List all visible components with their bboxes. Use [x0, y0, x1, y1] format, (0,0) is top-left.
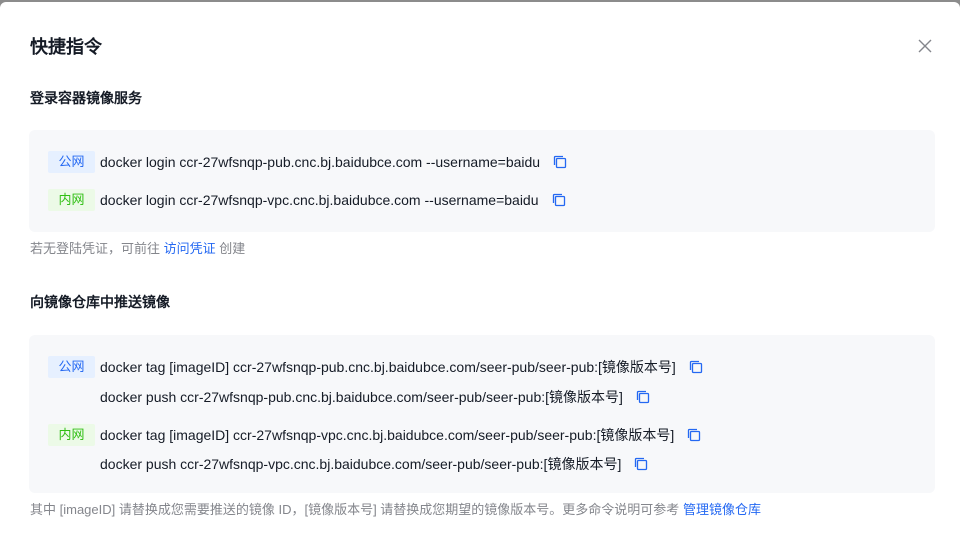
- close-icon[interactable]: [916, 37, 934, 55]
- login-internal-command: docker login ccr-27wfsnqp-vpc.cnc.bj.bai…: [100, 192, 539, 208]
- internal-network-tag: 内网: [48, 424, 95, 446]
- copy-icon[interactable]: [635, 389, 651, 405]
- copy-icon[interactable]: [552, 154, 568, 170]
- push-command-box: 公网 docker tag [imageID] ccr-27wfsnqp-pub…: [29, 335, 935, 493]
- copy-icon[interactable]: [633, 456, 649, 472]
- public-network-tag: 公网: [48, 356, 95, 378]
- push-internal-push-row: docker push ccr-27wfsnqp-vpc.cnc.bj.baid…: [48, 452, 649, 476]
- push-internal-tag-row: 内网 docker tag [imageID] ccr-27wfsnqp-vpc…: [48, 423, 702, 447]
- push-hint-text: 其中 [imageID] 请替换成您需要推送的镜像 ID，[镜像版本号] 请替换…: [30, 502, 680, 517]
- login-public-command: docker login ccr-27wfsnqp-pub.cnc.bj.bai…: [100, 154, 541, 170]
- public-network-tag: 公网: [48, 151, 95, 173]
- push-public-tag-row: 公网 docker tag [imageID] ccr-27wfsnqp-pub…: [48, 355, 704, 379]
- access-credential-link[interactable]: 访问凭证: [164, 241, 216, 256]
- manage-repository-link[interactable]: 管理镜像仓库: [683, 502, 761, 517]
- copy-icon[interactable]: [686, 427, 702, 443]
- login-command-box: 公网 docker login ccr-27wfsnqp-pub.cnc.bj.…: [29, 130, 935, 232]
- login-section-title: 登录容器镜像服务: [30, 90, 142, 106]
- internal-push-command: docker push ccr-27wfsnqp-vpc.cnc.bj.baid…: [100, 456, 622, 472]
- copy-icon[interactable]: [551, 192, 567, 208]
- login-public-row: 公网 docker login ccr-27wfsnqp-pub.cnc.bj.…: [48, 150, 568, 174]
- internal-network-tag: 内网: [48, 189, 95, 211]
- public-push-command: docker push ccr-27wfsnqp-pub.cnc.bj.baid…: [100, 389, 623, 405]
- login-hint: 若无登陆凭证，可前往 访问凭证 创建: [30, 239, 245, 259]
- push-public-push-row: docker push ccr-27wfsnqp-pub.cnc.bj.baid…: [48, 385, 651, 409]
- copy-icon[interactable]: [688, 359, 704, 375]
- login-hint-suffix: 创建: [219, 241, 246, 256]
- dialog-title: 快捷指令: [30, 37, 102, 57]
- push-section-title: 向镜像仓库中推送镜像: [30, 294, 170, 310]
- public-tag-command: docker tag [imageID] ccr-27wfsnqp-pub.cn…: [100, 359, 676, 375]
- login-hint-text: 若无登陆凭证，可前往: [30, 241, 161, 256]
- login-internal-row: 内网 docker login ccr-27wfsnqp-vpc.cnc.bj.…: [48, 188, 567, 212]
- push-hint: 其中 [imageID] 请替换成您需要推送的镜像 ID，[镜像版本号] 请替换…: [30, 500, 761, 520]
- internal-tag-command: docker tag [imageID] ccr-27wfsnqp-vpc.cn…: [100, 427, 675, 443]
- quick-commands-dialog: 快捷指令 登录容器镜像服务 公网 docker login ccr-27wfsn…: [0, 2, 960, 546]
